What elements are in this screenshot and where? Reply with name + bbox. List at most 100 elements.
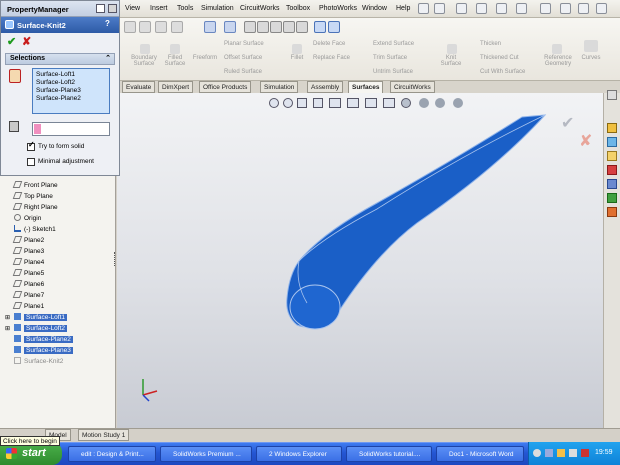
ok-button[interactable]: ✔ — [7, 35, 16, 48]
offset-surface-button[interactable]: Offset Surface — [224, 55, 262, 61]
filled-surface-icon[interactable] — [170, 44, 180, 54]
rotate-icon[interactable] — [257, 21, 269, 33]
menu-photoworks[interactable]: PhotoWorks — [319, 5, 357, 12]
graphics-viewport[interactable]: ✔ ✘ — [117, 93, 603, 428]
taskbar-item[interactable]: SolidWorks tutorial.... — [346, 446, 432, 462]
tree-item[interactable]: Plane2 — [12, 236, 44, 244]
reference-geometry-button[interactable]: Reference Geometry — [538, 55, 578, 67]
sketch-icon[interactable] — [204, 21, 216, 33]
window-control-icon[interactable] — [596, 3, 607, 14]
list-item[interactable]: Surface-Loft1 — [36, 71, 75, 78]
pin-icon[interactable] — [96, 4, 105, 13]
view-icon[interactable] — [224, 21, 236, 33]
tray-icon[interactable] — [557, 449, 565, 457]
ruled-surface-button[interactable]: Ruled Surface — [224, 69, 262, 75]
tab-office-products[interactable]: Office Products — [199, 81, 252, 93]
filled-surface-button[interactable]: Filled Surface — [160, 55, 190, 67]
collapse-icon[interactable]: ⌃ — [105, 54, 111, 62]
tree-item[interactable]: Surface-Knit2 — [14, 357, 63, 365]
menu-window[interactable]: Window — [362, 5, 387, 12]
tray-icon[interactable] — [581, 449, 589, 457]
cut-with-surface-button[interactable]: Cut With Surface — [480, 69, 525, 75]
planar-surface-button[interactable]: Planar Surface — [224, 41, 264, 47]
select-icon[interactable] — [540, 3, 551, 14]
volume-icon[interactable] — [569, 449, 577, 457]
thicken-button[interactable]: Thicken — [480, 41, 501, 47]
tab-evaluate[interactable]: Evaluate — [122, 81, 156, 93]
zoom-icon[interactable] — [244, 21, 256, 33]
fillet-icon[interactable] — [292, 44, 302, 54]
menu-toolbox[interactable]: Toolbox — [286, 5, 310, 12]
curves-icon[interactable] — [584, 40, 598, 52]
knit-surface-icon[interactable] — [447, 44, 457, 54]
list-item[interactable]: Surface-Loft2 — [36, 79, 75, 86]
explorer-icon[interactable] — [607, 179, 617, 189]
gaps-selection-field[interactable] — [32, 122, 110, 136]
tree-item[interactable]: Right Plane — [12, 203, 58, 211]
tree-item[interactable]: Surface-Loft1 — [14, 313, 68, 321]
replace-face-button[interactable]: Replace Face — [313, 55, 350, 61]
curves-button[interactable]: Curves — [578, 55, 604, 61]
view-palette-icon[interactable] — [607, 193, 617, 203]
tab-dimxpert[interactable]: DimXpert — [158, 81, 194, 93]
home-icon[interactable] — [607, 123, 617, 133]
list-item[interactable]: Surface-Plane2 — [36, 95, 81, 102]
tab-surfaces[interactable]: Surfaces — [348, 81, 384, 93]
appearances-icon[interactable] — [607, 207, 617, 217]
resources-icon[interactable] — [607, 137, 617, 147]
network-icon[interactable] — [533, 449, 541, 457]
tab-circuitworks[interactable]: CircuitWorks — [390, 81, 435, 93]
tree-item[interactable]: Plane5 — [12, 269, 44, 277]
tree-item[interactable]: Plane6 — [12, 280, 44, 288]
tree-item[interactable]: (-) Sketch1 — [14, 225, 56, 233]
tree-item[interactable]: Surface-Plane3 — [14, 346, 73, 354]
tree-item[interactable]: Top Plane — [12, 192, 53, 200]
toolbar-icon[interactable] — [155, 21, 167, 33]
delete-face-button[interactable]: Delete Face — [313, 41, 345, 47]
menu-circuitworks[interactable]: CircuitWorks — [240, 5, 280, 12]
toolbar-icon[interactable] — [124, 21, 136, 33]
menu-insert[interactable]: Insert — [150, 5, 168, 12]
trim-surface-button[interactable]: Trim Surface — [373, 55, 407, 61]
menu-view[interactable]: View — [125, 5, 140, 12]
save-icon[interactable] — [476, 3, 487, 14]
reference-geometry-icon[interactable] — [552, 44, 562, 54]
confirm-corner-ok-icon[interactable]: ✔ — [561, 113, 574, 133]
taskbar-item[interactable]: Doc1 - Microsoft Word — [436, 446, 524, 462]
untrim-surface-button[interactable]: Untrim Surface — [373, 69, 413, 75]
minimal-adjustment-checkbox[interactable] — [27, 158, 35, 166]
options-icon[interactable] — [578, 3, 589, 14]
expand-icon[interactable]: ⊞ — [5, 325, 10, 332]
selections-section-header[interactable]: Selections ⌃ — [5, 53, 115, 65]
new-document-icon[interactable] — [434, 3, 445, 14]
tab-simulation[interactable]: Simulation — [260, 81, 299, 93]
boundary-surface-button[interactable]: Boundary Surface — [126, 55, 162, 67]
fillet-button[interactable]: Fillet — [286, 55, 308, 61]
list-item[interactable]: Surface-Plane3 — [36, 87, 81, 94]
tree-item[interactable]: Origin — [14, 214, 41, 222]
undo-icon[interactable] — [516, 3, 527, 14]
tree-item[interactable]: Front Plane — [12, 181, 58, 189]
tab-motion-study[interactable]: Motion Study 1 — [78, 429, 130, 441]
help-icon[interactable]: ? — [105, 19, 110, 28]
tree-item[interactable]: Plane4 — [12, 258, 44, 266]
boundary-surface-icon[interactable] — [140, 44, 150, 54]
library-icon[interactable] — [607, 165, 617, 175]
open-icon[interactable] — [456, 3, 467, 14]
folder-icon[interactable] — [607, 151, 617, 161]
surface-model[interactable] — [117, 93, 603, 428]
pin-icon[interactable] — [418, 3, 429, 14]
thickened-cut-button[interactable]: Thickened Cut — [480, 55, 519, 61]
search-icon[interactable] — [328, 21, 340, 33]
extend-surface-button[interactable]: Extend Surface — [373, 41, 414, 47]
expand-icon[interactable]: ⊞ — [5, 314, 10, 321]
taskbar-item[interactable]: SolidWorks Premium ... — [160, 446, 252, 462]
close-icon[interactable] — [108, 4, 117, 13]
freeform-button[interactable]: Freeform — [190, 55, 220, 61]
print-icon[interactable] — [496, 3, 507, 14]
tree-item[interactable]: Surface-Loft2 — [14, 324, 68, 332]
toolbar-icon[interactable] — [171, 21, 183, 33]
taskbar-item[interactable]: edit : Design & Print... — [68, 446, 156, 462]
toolbar-icon[interactable] — [139, 21, 151, 33]
tree-item[interactable]: Plane1 — [12, 302, 44, 310]
